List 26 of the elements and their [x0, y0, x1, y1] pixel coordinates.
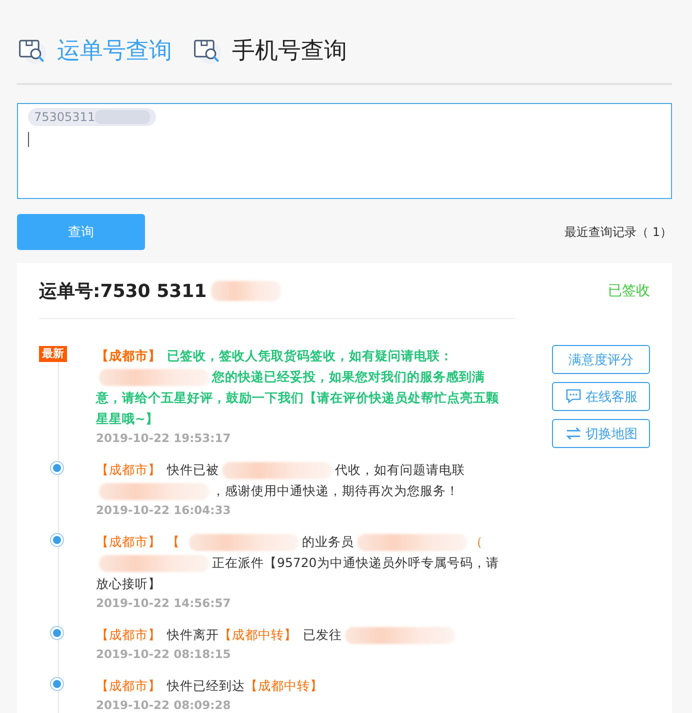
event-time: 2019-10-22 14:56:57	[96, 596, 232, 610]
event-time: 2019-10-22 16:04:33	[96, 503, 232, 517]
input-field[interactable]: 75305311	[17, 103, 672, 199]
action-button[interactable]: 切换地图	[552, 419, 650, 448]
event-text: 【成都市】 快件离开【成都中转】 已发往	[96, 624, 506, 645]
event-text: 【成都市】 已签收，签收人凭取货码签收，如有疑问请电联： 您的快递已经妥投，如果您对我们的服务感到满意，请给个五星好评，鼓励一下我们【请在评价快递员处帮忙点亮五颗星星哦~】	[96, 347, 500, 428]
event-text: 【成都市】 快件已被 代收，如有问题请电联 ，感谢使用中通快递，期待再次为您服务！	[96, 459, 506, 501]
query-button[interactable]: 查询	[17, 214, 145, 250]
tab[interactable]: 运单号查询	[17, 34, 172, 66]
redacted-blur	[210, 280, 281, 300]
event-time: 2019-10-22 08:09:28	[96, 698, 232, 712]
event-time: 2019-10-22 19:53:17	[96, 431, 232, 445]
event-text: 【成都市】 快件已经到达【成都中转】	[96, 677, 324, 695]
status-text: 已签收	[608, 282, 650, 300]
tab[interactable]: 手机号查询	[192, 34, 347, 66]
action-button[interactable]: 在线客服	[552, 382, 650, 411]
event-time: 2019-10-22 08:18:15	[96, 647, 232, 661]
history-link[interactable]: 最近查询记录（ 1）	[564, 224, 672, 240]
latest-badge: 最新	[39, 346, 67, 362]
swap-icon	[564, 426, 582, 441]
action-button[interactable]: 满意度评分	[552, 345, 650, 374]
number-chip: 75305311	[28, 108, 156, 126]
chat-icon	[564, 389, 582, 404]
waybill-title: 运单号:7530 5311	[39, 280, 207, 302]
event-text: 【成都市】 【 的业务员 （ 正在派件【95720为中通快递员外呼专属号码，请放心接听】	[96, 533, 500, 593]
text-cursor	[28, 132, 29, 147]
